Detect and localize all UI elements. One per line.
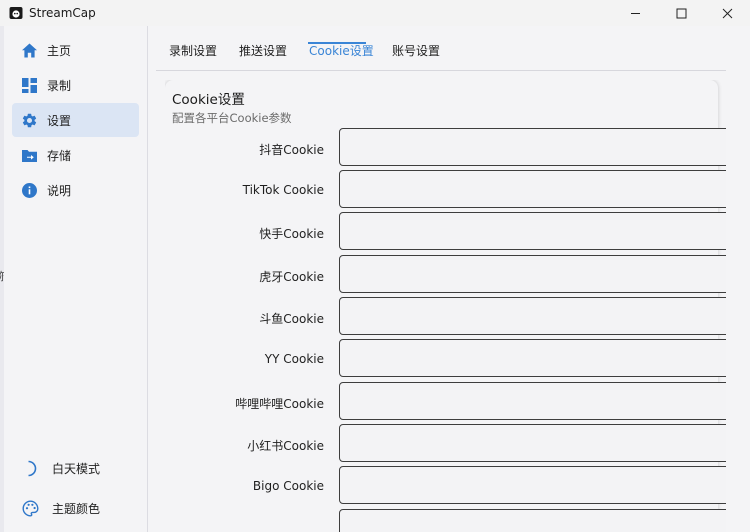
tabs-divider	[156, 70, 726, 71]
douyin-cookie-input[interactable]	[339, 128, 726, 166]
card-title: Cookie设置	[172, 92, 245, 108]
sidebar-item-storage[interactable]: 存储	[12, 138, 139, 172]
close-icon	[722, 8, 732, 18]
gear-icon	[21, 112, 38, 129]
field-label-huya: 虎牙Cookie	[259, 270, 324, 284]
settings-scroll-area[interactable]: Cookie设置 配置各平台Cookie参数 抖音Cookie TikTok C…	[165, 80, 726, 532]
next-cookie-input[interactable]	[339, 509, 726, 532]
field-label-douyu: 斗鱼Cookie	[259, 312, 324, 326]
tab-recording-settings[interactable]: 录制设置	[169, 42, 217, 59]
kuaishou-cookie-input[interactable]	[339, 212, 726, 250]
sidebar-item-label: 录制	[47, 78, 72, 93]
info-icon	[21, 182, 38, 199]
sidebar-item-settings[interactable]: 设置	[12, 103, 139, 137]
bilibili-cookie-input[interactable]	[339, 382, 726, 420]
sidebar-item-label: 主页	[47, 43, 72, 58]
bigo-cookie-input[interactable]	[339, 466, 726, 504]
sidebar-item-label: 存储	[47, 148, 72, 163]
field-label-bilibili: 哔哩哔哩Cookie	[235, 397, 324, 411]
sidebar-item-recording[interactable]: 录制	[12, 68, 139, 102]
sidebar-divider	[147, 26, 148, 532]
minimize-icon	[630, 12, 640, 14]
huya-cookie-input[interactable]	[339, 255, 726, 293]
close-button[interactable]	[704, 0, 750, 26]
sidebar-item-home[interactable]: 主页	[12, 33, 139, 67]
moon-icon	[22, 460, 39, 477]
douyu-cookie-input[interactable]	[339, 297, 726, 335]
theme-color-button[interactable]: 主题颜色	[12, 493, 139, 523]
yy-cookie-input[interactable]	[339, 339, 726, 377]
theme-color-label: 主题颜色	[52, 501, 101, 516]
sidebar: 主页 录制 设置 存储 说明 白天模式 主题颜色	[4, 26, 147, 532]
maximize-button[interactable]	[658, 0, 704, 26]
sidebar-item-about[interactable]: 说明	[12, 173, 139, 207]
field-label-kuaishou: 快手Cookie	[259, 227, 324, 241]
palette-icon	[22, 499, 39, 517]
xiaohongshu-cookie-input[interactable]	[339, 424, 726, 462]
theme-mode-label: 白天模式	[52, 461, 101, 476]
home-icon	[21, 42, 38, 59]
maximize-icon	[676, 8, 686, 18]
theme-mode-toggle[interactable]: 白天模式	[12, 453, 139, 483]
window-title: StreamCap	[29, 6, 96, 20]
field-label-xiaohongshu: 小红书Cookie	[247, 439, 324, 453]
app-logo-icon	[9, 7, 23, 19]
field-label-yy: YY Cookie	[264, 352, 324, 366]
dashboard-icon	[21, 77, 38, 94]
tab-cookie-settings[interactable]: Cookie设置	[309, 42, 374, 59]
settings-tabs: 录制设置 推送设置 Cookie设置 账号设置	[156, 26, 726, 71]
field-label-tiktok: TikTok Cookie	[242, 183, 324, 197]
tab-push-settings[interactable]: 推送设置	[239, 42, 287, 59]
tab-account-settings[interactable]: 账号设置	[392, 42, 440, 59]
card-subtitle: 配置各平台Cookie参数	[172, 111, 292, 125]
minimize-button[interactable]	[612, 0, 658, 26]
folder-arrow-icon	[21, 147, 38, 164]
sidebar-item-label: 说明	[47, 183, 72, 198]
active-tab-indicator	[308, 42, 366, 44]
tiktok-cookie-input[interactable]	[339, 170, 726, 208]
title-bar: StreamCap	[0, 0, 750, 26]
sidebar-item-label: 设置	[47, 113, 72, 128]
cookie-settings-card: Cookie设置 配置各平台Cookie参数 抖音Cookie TikTok C…	[165, 80, 726, 532]
field-label-douyin: 抖音Cookie	[259, 143, 324, 157]
field-label-bigo: Bigo Cookie	[252, 479, 324, 493]
